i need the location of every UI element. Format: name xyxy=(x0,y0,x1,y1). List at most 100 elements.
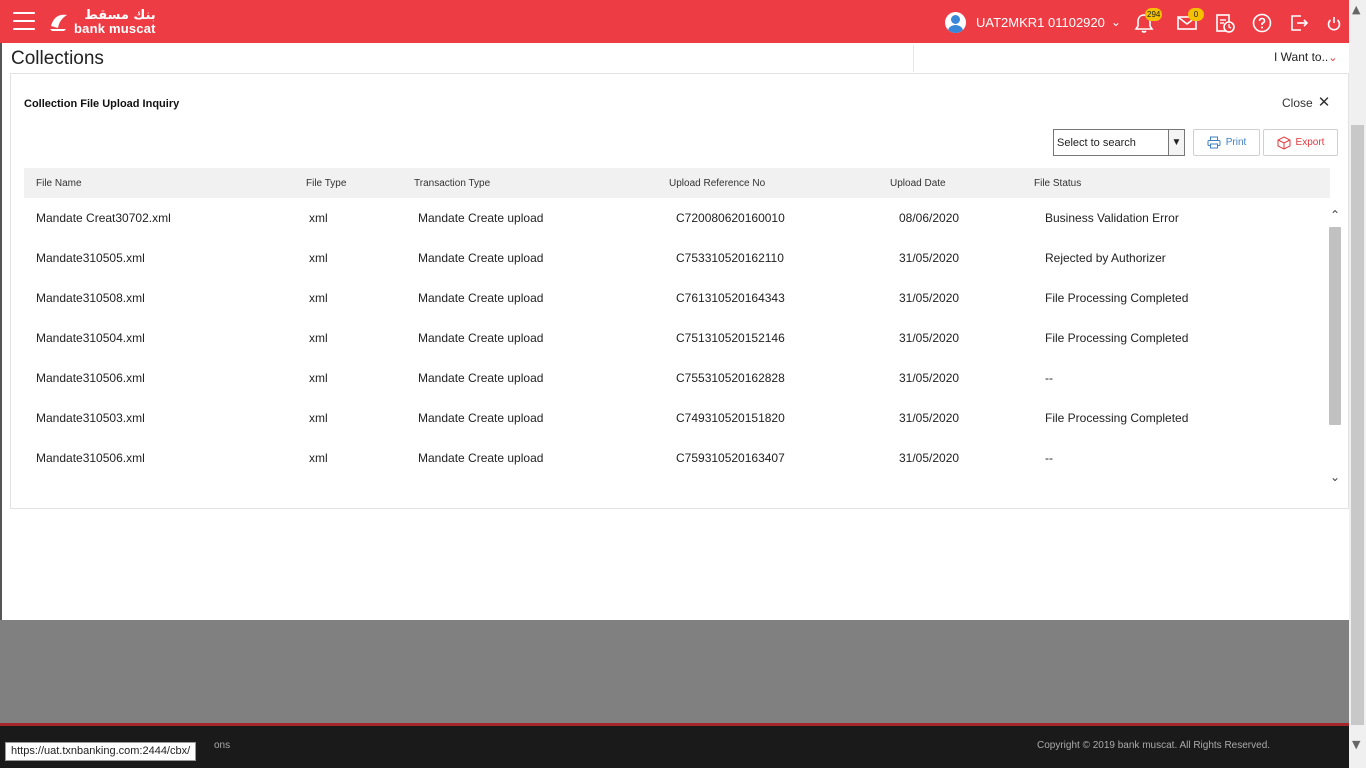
printer-icon xyxy=(1207,136,1221,149)
cell-file-status: Rejected by Authorizer xyxy=(1045,251,1166,265)
cell-upload-reference: C755310520162828 xyxy=(676,371,785,385)
chevron-down-icon: ⌄ xyxy=(1110,15,1121,29)
cell-upload-reference: C751310520152146 xyxy=(676,331,785,345)
print-button[interactable]: Print xyxy=(1193,129,1260,156)
cell-upload-reference: C753310520162110 xyxy=(676,251,784,265)
table-scrollbar-thumb[interactable] xyxy=(1329,227,1341,425)
cell-upload-date: 31/05/2020 xyxy=(899,371,960,385)
i-want-to-label: I Want to.. xyxy=(1274,50,1329,64)
cell-upload-reference: C761310520164343 xyxy=(676,291,785,305)
chevron-down-icon: ⌄ xyxy=(1328,52,1338,64)
cell-transaction-type: Mandate Create upload xyxy=(418,451,544,465)
cell-file-type: xml xyxy=(309,211,328,225)
cell-transaction-type: Mandate Create upload xyxy=(418,211,544,225)
cell-upload-reference: C720080620160010 xyxy=(676,211,785,225)
table-row[interactable]: Mandate310506.xml xml Mandate Create uploa… xyxy=(24,358,1314,398)
window-scroll-down-icon[interactable]: ▼ xyxy=(1352,738,1360,751)
cell-file-name: Mandate310506.xml xyxy=(36,451,145,465)
window-scroll-up-icon[interactable]: ▲ xyxy=(1352,3,1360,16)
notifications-badge: 294 xyxy=(1145,8,1163,21)
cell-file-status: -- xyxy=(1045,371,1053,385)
close-button[interactable]: Close ✕ xyxy=(1282,94,1331,111)
cell-file-type: xml xyxy=(309,411,328,425)
status-bar-url: https://uat.txnbanking.com:2444/cbx/ xyxy=(5,742,197,761)
document-clock-icon xyxy=(1216,14,1235,33)
cell-file-type: xml xyxy=(309,331,328,345)
cell-file-name: Mandate310504.xml xyxy=(36,331,145,345)
close-label: Close xyxy=(1282,96,1313,110)
page-title: Collections xyxy=(11,48,104,69)
column-header-file-type[interactable]: File Type xyxy=(306,178,346,189)
cell-file-type: xml xyxy=(309,451,328,465)
copyright-text: Copyright © 2019 bank muscat. All Rights… xyxy=(1037,740,1271,751)
table-row[interactable]: Mandate310504.xml xml Mandate Create uploa… xyxy=(24,318,1314,358)
cell-transaction-type: Mandate Create upload xyxy=(418,251,544,265)
help-button[interactable] xyxy=(1251,12,1273,34)
cell-upload-date: 31/05/2020 xyxy=(899,451,960,465)
close-icon: ✕ xyxy=(1317,94,1331,111)
cell-file-type: xml xyxy=(309,251,328,265)
notifications-button[interactable]: 294 xyxy=(1133,8,1163,34)
cell-upload-date: 31/05/2020 xyxy=(899,291,960,305)
table-scroll-up-icon[interactable]: ⌃ xyxy=(1330,208,1340,222)
cell-file-name: Mandate310503.xml xyxy=(36,411,145,425)
cell-file-status: Business Validation Error xyxy=(1045,211,1179,225)
cell-file-status: File Processing Completed xyxy=(1045,291,1189,305)
cell-transaction-type: Mandate Create upload xyxy=(418,411,544,425)
cell-file-name: Mandate310505.xml xyxy=(36,251,145,265)
cell-file-type: xml xyxy=(309,371,328,385)
column-header-upload-reference[interactable]: Upload Reference No xyxy=(669,178,765,189)
logout-icon xyxy=(1291,15,1309,31)
i-want-to-dropdown[interactable]: I Want to..⌄ xyxy=(1274,50,1337,64)
messages-button[interactable]: 0 xyxy=(1176,8,1204,34)
column-header-file-status[interactable]: File Status xyxy=(1034,178,1081,189)
user-name: UAT2MKR1 01102920 xyxy=(976,14,1105,30)
transactions-button[interactable] xyxy=(1214,12,1236,34)
hamburger-menu-icon[interactable] xyxy=(13,12,35,30)
help-icon xyxy=(1252,13,1272,33)
user-menu[interactable]: UAT2MKR1 01102920 ⌄ xyxy=(945,11,1121,33)
window-scrollbar-thumb[interactable] xyxy=(1351,125,1364,725)
left-edge-border xyxy=(0,43,2,620)
cell-upload-date: 31/05/2020 xyxy=(899,331,960,345)
power-button[interactable] xyxy=(1323,12,1345,34)
search-select[interactable]: Select to search ▼ xyxy=(1053,129,1185,156)
table-row[interactable]: Mandate Creat30702.xml xml Mandate Create … xyxy=(24,198,1314,238)
top-header: بنك مسقط bank muscat UAT2MKR1 01102920 ⌄… xyxy=(0,0,1349,43)
cell-upload-date: 08/06/2020 xyxy=(899,211,960,225)
cell-file-name: Mandate310506.xml xyxy=(36,371,145,385)
power-icon xyxy=(1327,17,1341,31)
cell-file-name: Mandate310508.xml xyxy=(36,291,145,305)
cell-upload-date: 31/05/2020 xyxy=(899,251,960,265)
export-button[interactable]: Export xyxy=(1263,129,1338,156)
table-row[interactable]: Mandate310506.xml xml Mandate Create uploa… xyxy=(24,438,1314,478)
logo-english-text: bank muscat xyxy=(74,21,156,36)
search-select-value: Select to search xyxy=(1057,136,1136,149)
print-label: Print xyxy=(1225,137,1247,148)
column-header-file-name[interactable]: File Name xyxy=(36,178,82,189)
box-export-icon xyxy=(1277,135,1291,150)
logo-mark-icon xyxy=(50,14,67,31)
column-header-transaction-type[interactable]: Transaction Type xyxy=(414,178,490,189)
cell-transaction-type: Mandate Create upload xyxy=(418,371,544,385)
title-divider xyxy=(913,45,914,72)
cell-file-status: -- xyxy=(1045,451,1053,465)
cell-transaction-type: Mandate Create upload xyxy=(418,331,544,345)
table-header: File Name File Type Transaction Type Upl… xyxy=(24,168,1330,198)
select-arrow-icon: ▼ xyxy=(1168,130,1184,155)
logout-button[interactable] xyxy=(1288,12,1310,34)
table-row[interactable]: Mandate310508.xml xml Mandate Create uploa… xyxy=(24,278,1314,318)
bank-logo[interactable]: بنك مسقط bank muscat xyxy=(48,8,156,36)
user-avatar-icon xyxy=(945,11,966,33)
footer-link[interactable]: ons xyxy=(214,740,230,751)
cell-file-type: xml xyxy=(309,291,328,305)
table-row[interactable]: Mandate310505.xml xml Mandate Create uploa… xyxy=(24,238,1314,278)
inquiry-panel: Collection File Upload Inquiry Close ✕ S… xyxy=(10,73,1349,509)
cell-upload-reference: C749310520151820 xyxy=(676,411,785,425)
table-row[interactable]: Mandate310503.xml xml Mandate Create uploa… xyxy=(24,398,1314,438)
cell-transaction-type: Mandate Create upload xyxy=(418,291,544,305)
cell-upload-date: 31/05/2020 xyxy=(899,411,960,425)
table-scroll-down-icon[interactable]: ⌄ xyxy=(1330,470,1340,484)
column-header-upload-date[interactable]: Upload Date xyxy=(890,178,946,189)
cell-file-status: File Processing Completed xyxy=(1045,411,1189,425)
